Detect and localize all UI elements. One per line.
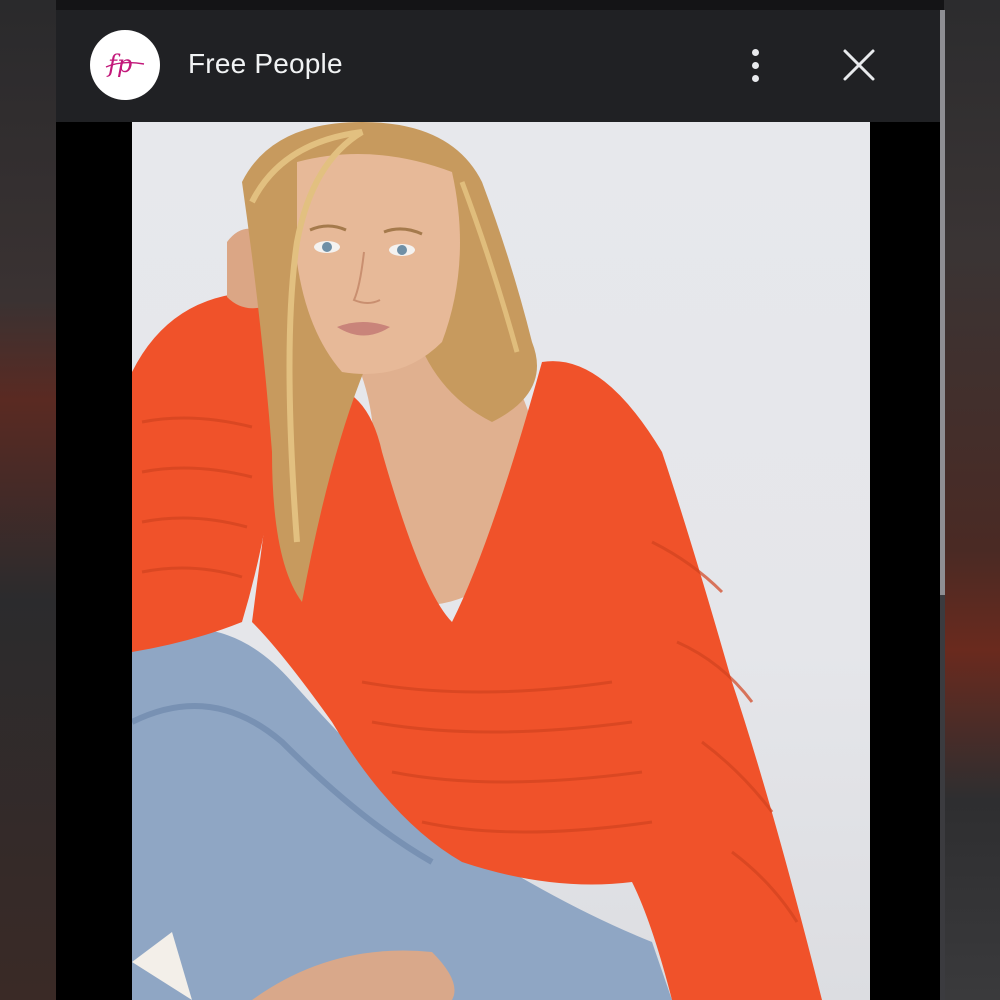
brand-avatar[interactable]: fp <box>90 30 160 100</box>
brand-monogram: fp <box>106 50 132 78</box>
more-vert-dot <box>751 61 759 69</box>
scrollbar-thumb[interactable] <box>940 10 945 595</box>
more-options-button[interactable] <box>730 40 780 90</box>
blurred-backdrop-right <box>944 0 1000 1000</box>
blurred-backdrop-left <box>0 0 56 1000</box>
top-edge <box>56 0 944 10</box>
viewer-header: fp Free People <box>56 10 940 122</box>
image-viewer-dialog: fp Free People <box>56 10 940 1000</box>
product-photo[interactable] <box>132 122 870 1000</box>
more-vert-icon <box>751 48 759 56</box>
more-vert-dot <box>751 74 759 82</box>
close-button[interactable] <box>834 40 884 90</box>
model-photo-illustration <box>132 122 822 1000</box>
brand-logo-icon: fp <box>105 50 145 78</box>
close-icon <box>843 49 875 81</box>
brand-title[interactable]: Free People <box>188 48 343 80</box>
